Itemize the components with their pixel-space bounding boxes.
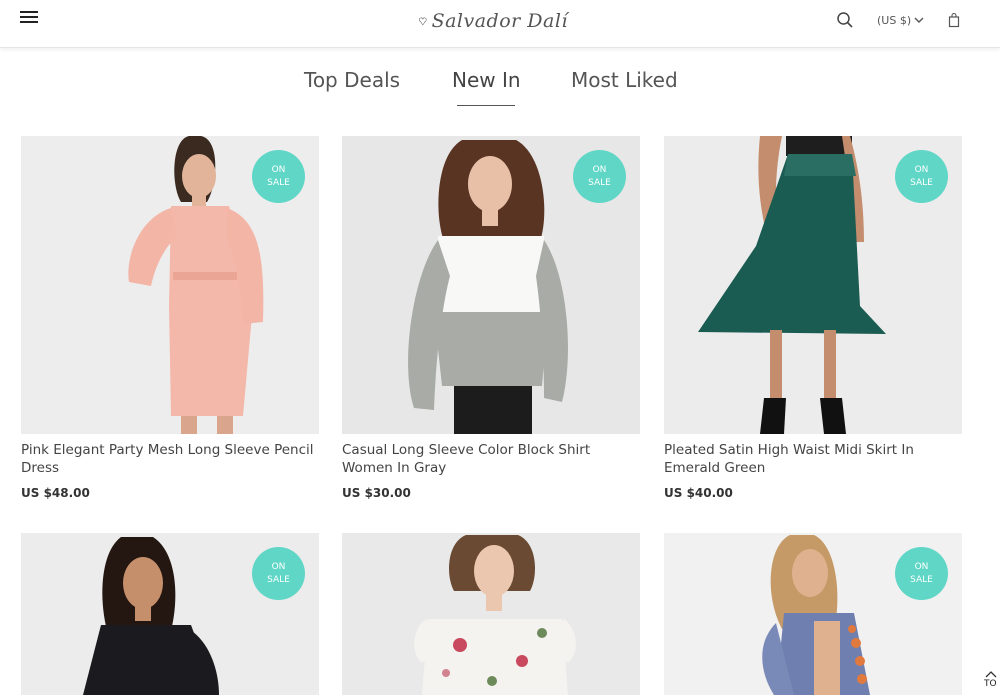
product-image[interactable]: ON SALE	[664, 533, 962, 695]
logo-mark-icon	[419, 17, 427, 26]
product-tabs: Top Deals New In Most Liked	[0, 62, 1000, 110]
product-card[interactable]: ON SALE Pink Elegant Party Mesh Long Sle…	[21, 136, 319, 500]
product-card[interactable]: ON SALE Casual Long Sleeve Color Block S…	[342, 136, 640, 500]
on-sale-badge: ON SALE	[895, 150, 948, 203]
currency-selector[interactable]: (US $)	[877, 12, 924, 28]
product-image[interactable]: ON SALE	[21, 136, 319, 434]
on-sale-badge: ON SALE	[252, 547, 305, 600]
product-image[interactable]: ON SALE	[21, 533, 319, 695]
tab-most-liked[interactable]: Most Liked	[571, 68, 678, 92]
product-price: US $48.00	[21, 486, 90, 500]
product-image[interactable]: ON SALE	[342, 136, 640, 434]
product-image[interactable]	[342, 533, 640, 695]
tab-top-deals[interactable]: Top Deals	[304, 68, 400, 92]
shopping-bag-icon[interactable]	[948, 12, 960, 28]
menu-icon[interactable]	[20, 10, 38, 28]
back-to-top-button[interactable]: TO	[984, 664, 1000, 695]
tab-new-in[interactable]: New In	[452, 68, 521, 92]
product-title[interactable]: Casual Long Sleeve Color Block Shirt Wom…	[342, 441, 640, 477]
product-price: US $30.00	[342, 486, 411, 500]
site-logo[interactable]: Salvador Dalí	[418, 6, 568, 36]
product-card[interactable]: ON SALE Pleated Satin High Waist Midi Sk…	[664, 136, 962, 500]
on-sale-badge: ON SALE	[252, 150, 305, 203]
on-sale-badge: ON SALE	[573, 150, 626, 203]
product-card[interactable]: ON SALE	[21, 533, 319, 695]
product-price: US $40.00	[664, 486, 733, 500]
product-card[interactable]: ON SALE	[664, 533, 962, 695]
site-header: Salvador Dalí (US $)	[0, 0, 1000, 48]
on-sale-badge: ON SALE	[895, 547, 948, 600]
product-title[interactable]: Pink Elegant Party Mesh Long Sleeve Penc…	[21, 441, 319, 477]
active-tab-indicator	[457, 105, 515, 106]
logo-text: Salvador Dalí	[431, 10, 568, 32]
chevron-up-icon	[985, 671, 997, 678]
product-title[interactable]: Pleated Satin High Waist Midi Skirt In E…	[664, 441, 962, 477]
search-icon[interactable]	[836, 11, 854, 29]
currency-label: (US $)	[877, 13, 912, 27]
back-to-top-label: TO	[984, 679, 997, 689]
product-image[interactable]: ON SALE	[664, 136, 962, 434]
product-card[interactable]	[342, 533, 640, 695]
chevron-down-icon	[914, 17, 924, 23]
